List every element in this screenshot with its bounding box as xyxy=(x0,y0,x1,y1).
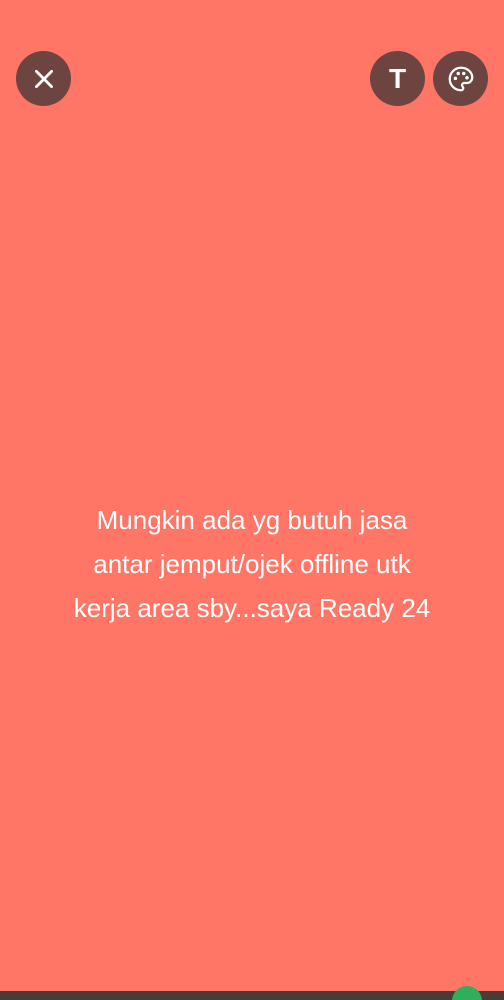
status-text[interactable]: Mungkin ada yg butuh jasa antar jemput/o… xyxy=(24,498,480,630)
background-color-button[interactable] xyxy=(433,51,488,106)
close-icon xyxy=(34,69,53,88)
send-button[interactable] xyxy=(452,986,482,1000)
bottom-bar xyxy=(0,986,504,1000)
close-button[interactable] xyxy=(16,51,71,106)
text-style-button[interactable]: T xyxy=(370,51,425,106)
palette-icon xyxy=(448,66,473,91)
status-editor-screen: T Mungkin ada yg butuh jasa antar jemput… xyxy=(0,0,504,1000)
text-format-icon: T xyxy=(388,62,407,94)
